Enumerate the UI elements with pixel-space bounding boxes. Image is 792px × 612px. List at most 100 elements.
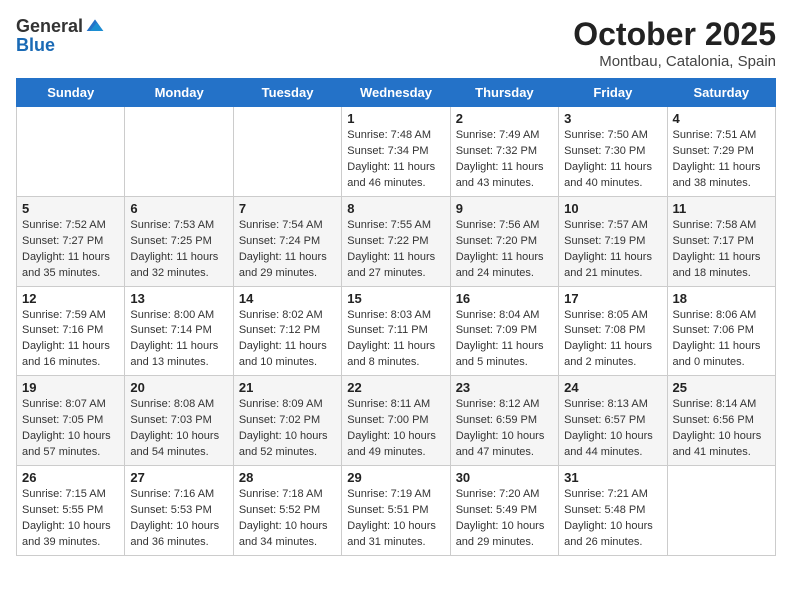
calendar-cell (17, 107, 125, 197)
day-info: Sunrise: 7:58 AM Sunset: 7:17 PM Dayligh… (673, 218, 770, 282)
calendar-cell: 11 Sunrise: 7:58 AM Sunset: 7:17 PM Dayli… (667, 196, 775, 286)
weekday-header-thursday: Thursday (450, 79, 558, 107)
day-info: Sunrise: 8:04 AM Sunset: 7:09 PM Dayligh… (456, 308, 553, 372)
calendar-cell: 24 Sunrise: 8:13 AM Sunset: 6:57 PM Dayli… (559, 376, 667, 466)
day-info: Sunrise: 8:05 AM Sunset: 7:08 PM Dayligh… (564, 308, 661, 372)
day-number: 20 (130, 380, 227, 395)
day-info: Sunrise: 8:14 AM Sunset: 6:56 PM Dayligh… (673, 397, 770, 461)
calendar-cell: 20 Sunrise: 8:08 AM Sunset: 7:03 PM Dayli… (125, 376, 233, 466)
day-info: Sunrise: 7:54 AM Sunset: 7:24 PM Dayligh… (239, 218, 336, 282)
day-number: 5 (22, 201, 119, 216)
calendar-cell: 29 Sunrise: 7:19 AM Sunset: 5:51 PM Dayli… (342, 466, 450, 556)
day-number: 2 (456, 111, 553, 126)
calendar-cell: 8 Sunrise: 7:55 AM Sunset: 7:22 PM Daylig… (342, 196, 450, 286)
calendar-cell: 6 Sunrise: 7:53 AM Sunset: 7:25 PM Daylig… (125, 196, 233, 286)
day-info: Sunrise: 7:20 AM Sunset: 5:49 PM Dayligh… (456, 487, 553, 551)
day-number: 4 (673, 111, 770, 126)
calendar-cell: 21Sunrise: 8:09 AM Sunset: 7:02 PM Dayli… (233, 376, 341, 466)
day-number: 17 (564, 291, 661, 306)
calendar-cell (125, 107, 233, 197)
month-title: October 2025 (573, 16, 776, 53)
calendar-week-row: 26Sunrise: 7:15 AM Sunset: 5:55 PM Dayli… (17, 466, 776, 556)
day-number: 9 (456, 201, 553, 216)
logo-text-blue: Blue (16, 35, 55, 55)
day-info: Sunrise: 8:02 AM Sunset: 7:12 PM Dayligh… (239, 308, 336, 372)
day-number: 25 (673, 380, 770, 395)
calendar-cell: 12 Sunrise: 7:59 AM Sunset: 7:16 PM Dayli… (17, 286, 125, 376)
logo-text-general: General (16, 17, 83, 35)
day-info: Sunrise: 7:53 AM Sunset: 7:25 PM Dayligh… (130, 218, 227, 282)
day-number: 16 (456, 291, 553, 306)
day-number: 19 (22, 380, 119, 395)
page-header: General Blue October 2025 Montbau, Catal… (16, 16, 776, 70)
calendar-cell: 28 Sunrise: 7:18 AM Sunset: 5:52 PM Dayli… (233, 466, 341, 556)
calendar-week-row: 1Sunrise: 7:48 AM Sunset: 7:34 PM Daylig… (17, 107, 776, 197)
day-number: 10 (564, 201, 661, 216)
calendar-cell: 25 Sunrise: 8:14 AM Sunset: 6:56 PM Dayli… (667, 376, 775, 466)
day-number: 1 (347, 111, 444, 126)
day-number: 30 (456, 470, 553, 485)
calendar-cell: 5 Sunrise: 7:52 AM Sunset: 7:27 PM Daylig… (17, 196, 125, 286)
day-info: Sunrise: 8:06 AM Sunset: 7:06 PM Dayligh… (673, 308, 770, 372)
title-block: October 2025 Montbau, Catalonia, Spain (573, 16, 776, 70)
day-info: Sunrise: 7:16 AM Sunset: 5:53 PM Dayligh… (130, 487, 227, 551)
day-info: Sunrise: 7:55 AM Sunset: 7:22 PM Dayligh… (347, 218, 444, 282)
day-info: Sunrise: 7:18 AM Sunset: 5:52 PM Dayligh… (239, 487, 336, 551)
day-number: 7 (239, 201, 336, 216)
calendar-header-row: SundayMondayTuesdayWednesdayThursdayFrid… (17, 79, 776, 107)
day-number: 23 (456, 380, 553, 395)
day-info: Sunrise: 8:07 AM Sunset: 7:05 PM Dayligh… (22, 397, 119, 461)
calendar-cell: 22Sunrise: 8:11 AM Sunset: 7:00 PM Dayli… (342, 376, 450, 466)
day-info: Sunrise: 8:11 AM Sunset: 7:00 PM Dayligh… (347, 397, 444, 461)
day-info: Sunrise: 7:19 AM Sunset: 5:51 PM Dayligh… (347, 487, 444, 551)
weekday-header-sunday: Sunday (17, 79, 125, 107)
day-number: 8 (347, 201, 444, 216)
day-number: 29 (347, 470, 444, 485)
weekday-header-monday: Monday (125, 79, 233, 107)
day-number: 6 (130, 201, 227, 216)
day-info: Sunrise: 7:52 AM Sunset: 7:27 PM Dayligh… (22, 218, 119, 282)
day-info: Sunrise: 8:00 AM Sunset: 7:14 PM Dayligh… (130, 308, 227, 372)
calendar-cell: 14 Sunrise: 8:02 AM Sunset: 7:12 PM Dayli… (233, 286, 341, 376)
calendar-cell: 15Sunrise: 8:03 AM Sunset: 7:11 PM Dayli… (342, 286, 450, 376)
calendar-cell: 2Sunrise: 7:49 AM Sunset: 7:32 PM Daylig… (450, 107, 558, 197)
calendar-cell: 10 Sunrise: 7:57 AM Sunset: 7:19 PM Dayli… (559, 196, 667, 286)
day-info: Sunrise: 8:08 AM Sunset: 7:03 PM Dayligh… (130, 397, 227, 461)
calendar-cell: 31Sunrise: 7:21 AM Sunset: 5:48 PM Dayli… (559, 466, 667, 556)
day-number: 14 (239, 291, 336, 306)
day-info: Sunrise: 8:09 AM Sunset: 7:02 PM Dayligh… (239, 397, 336, 461)
calendar-cell (667, 466, 775, 556)
calendar-cell: 16 Sunrise: 8:04 AM Sunset: 7:09 PM Dayli… (450, 286, 558, 376)
weekday-header-tuesday: Tuesday (233, 79, 341, 107)
day-number: 24 (564, 380, 661, 395)
day-number: 31 (564, 470, 661, 485)
day-info: Sunrise: 8:12 AM Sunset: 6:59 PM Dayligh… (456, 397, 553, 461)
calendar-week-row: 5 Sunrise: 7:52 AM Sunset: 7:27 PM Daylig… (17, 196, 776, 286)
calendar-cell: 7 Sunrise: 7:54 AM Sunset: 7:24 PM Daylig… (233, 196, 341, 286)
day-number: 11 (673, 201, 770, 216)
weekday-header-friday: Friday (559, 79, 667, 107)
calendar-cell (233, 107, 341, 197)
calendar-table: SundayMondayTuesdayWednesdayThursdayFrid… (16, 78, 776, 556)
day-number: 12 (22, 291, 119, 306)
day-number: 26 (22, 470, 119, 485)
calendar-cell: 17 Sunrise: 8:05 AM Sunset: 7:08 PM Dayli… (559, 286, 667, 376)
calendar-cell: 1Sunrise: 7:48 AM Sunset: 7:34 PM Daylig… (342, 107, 450, 197)
calendar-cell: 23 Sunrise: 8:12 AM Sunset: 6:59 PM Dayli… (450, 376, 558, 466)
calendar-cell: 4Sunrise: 7:51 AM Sunset: 7:29 PM Daylig… (667, 107, 775, 197)
day-number: 28 (239, 470, 336, 485)
day-info: Sunrise: 8:03 AM Sunset: 7:11 PM Dayligh… (347, 308, 444, 372)
calendar-cell: 26Sunrise: 7:15 AM Sunset: 5:55 PM Dayli… (17, 466, 125, 556)
day-number: 27 (130, 470, 227, 485)
day-number: 13 (130, 291, 227, 306)
day-info: Sunrise: 7:57 AM Sunset: 7:19 PM Dayligh… (564, 218, 661, 282)
calendar-cell: 13 Sunrise: 8:00 AM Sunset: 7:14 PM Dayli… (125, 286, 233, 376)
weekday-header-wednesday: Wednesday (342, 79, 450, 107)
day-number: 3 (564, 111, 661, 126)
logo-icon (85, 16, 105, 36)
weekday-header-saturday: Saturday (667, 79, 775, 107)
day-info: Sunrise: 7:59 AM Sunset: 7:16 PM Dayligh… (22, 308, 119, 372)
calendar-week-row: 12 Sunrise: 7:59 AM Sunset: 7:16 PM Dayli… (17, 286, 776, 376)
calendar-cell: 27 Sunrise: 7:16 AM Sunset: 5:53 PM Dayli… (125, 466, 233, 556)
day-info: Sunrise: 8:13 AM Sunset: 6:57 PM Dayligh… (564, 397, 661, 461)
